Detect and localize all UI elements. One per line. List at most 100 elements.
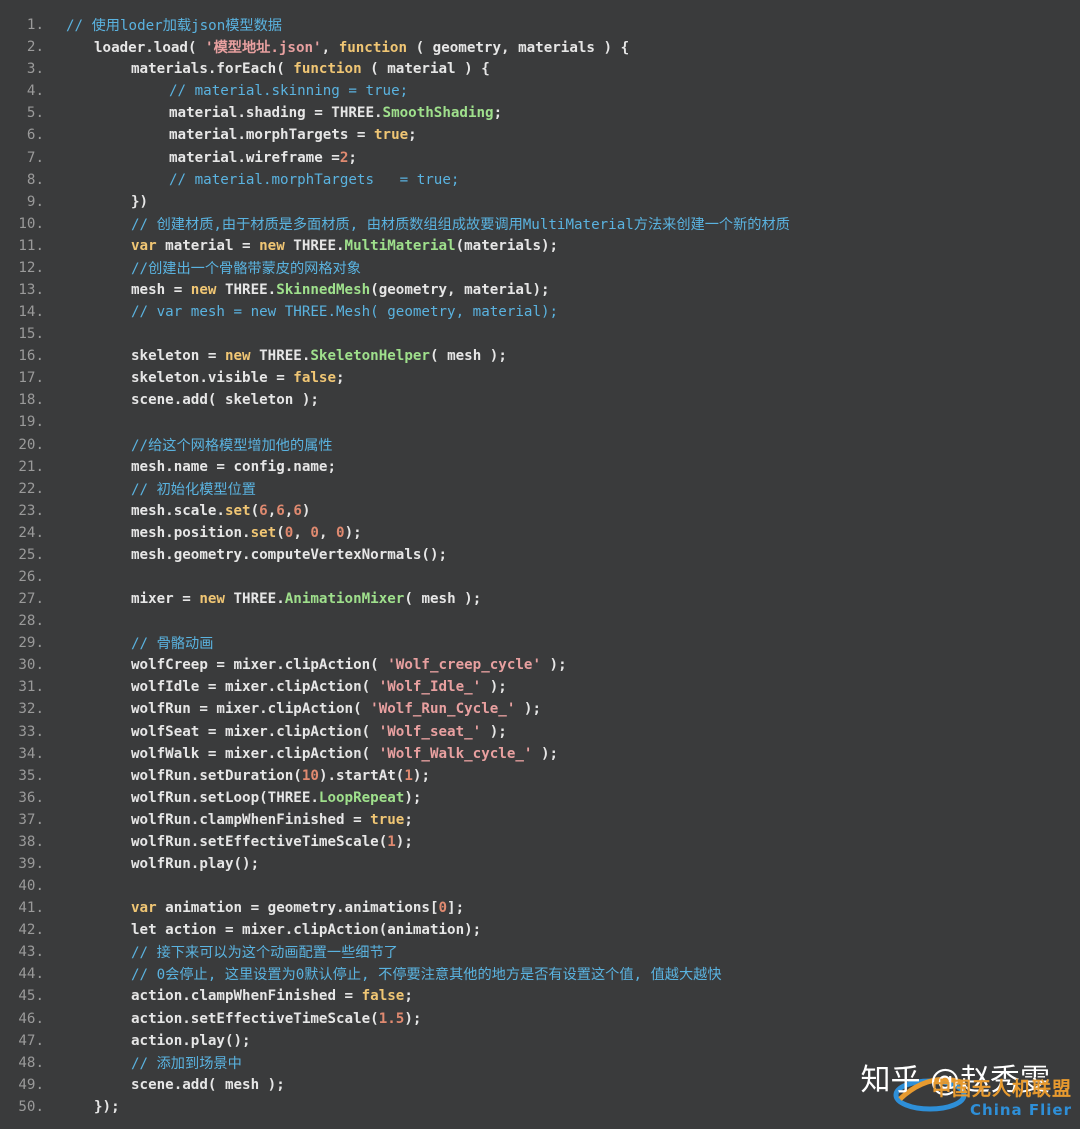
line-number: 33. [18, 723, 44, 740]
line-number: 25. [18, 546, 44, 563]
code-token: // 接下来可以为这个动画配置一些细节了 [131, 945, 398, 962]
code-token: SkeletonHelper [310, 348, 430, 365]
line-number: 14. [18, 304, 44, 321]
code-text: material.morphTargets = true; [44, 127, 417, 143]
code-line: 42. let action = mixer.clipAction(animati… [0, 919, 1080, 941]
line-number: 5. [26, 105, 44, 122]
code-line: 21. mesh.name = config.name; [0, 456, 1080, 478]
code-token: 'Wolf_Idle_' [378, 679, 482, 696]
code-token: ( [250, 502, 260, 519]
line-number: 42. [18, 922, 44, 939]
line-number: 32. [18, 701, 44, 718]
code-token: (geometry, material); [370, 281, 550, 298]
line-number: 31. [18, 679, 44, 696]
code-line: 45. action.clampWhenFinished = false; [0, 985, 1080, 1007]
code-token: false [361, 988, 405, 1005]
line-number: 2. [26, 39, 44, 56]
code-token: ); [515, 701, 542, 718]
code-token: animation = geometry.animations[ [156, 900, 439, 917]
code-token: ( material ) { [361, 61, 490, 78]
code-token: 6 [293, 502, 302, 519]
code-line: 4. // material.skinning = true; [0, 80, 1080, 102]
code-token: wolfRun.clampWhenFinished = [131, 811, 371, 828]
code-token: material.morphTargets = [169, 127, 374, 144]
code-line: 15. [0, 323, 1080, 345]
code-token: var [131, 900, 157, 917]
code-line: 36. wolfRun.setLoop(THREE.LoopRepeat); [0, 787, 1080, 809]
code-token: function [293, 61, 362, 78]
code-token: // material.morphTargets = true; [169, 171, 460, 188]
code-token: // 添加到场景中 [131, 1055, 242, 1072]
code-token: ]; [447, 900, 465, 917]
line-number: 38. [18, 833, 44, 850]
code-token: set [224, 502, 251, 519]
code-text: material.shading = THREE.SmoothShading; [44, 105, 502, 121]
code-line: 46. action.setEffectiveTimeScale(1.5); [0, 1008, 1080, 1030]
code-line: 13. mesh = new THREE.SkinnedMesh(geometry… [0, 279, 1080, 301]
code-text: // var mesh = new THREE.Mesh( geometry, … [44, 304, 558, 320]
code-text: mesh = new THREE.SkinnedMesh(geometry, m… [44, 282, 550, 298]
code-token: // 使用loder加载json模型数据 [66, 18, 282, 35]
code-text: }) [44, 194, 148, 210]
code-token: SmoothShading [382, 105, 494, 122]
code-token: ); [404, 789, 422, 806]
line-number: 4. [26, 83, 44, 100]
line-number: 29. [18, 635, 44, 652]
code-text: var animation = geometry.animations[0]; [44, 900, 464, 916]
code-text: // 骨骼动画 [44, 633, 213, 653]
code-token: mesh = [131, 281, 191, 298]
code-text: loader.load( '模型地址.json', function ( geo… [44, 37, 629, 57]
code-line: 32. wolfRun = mixer.clipAction( 'Wolf_Run… [0, 698, 1080, 720]
code-token: // 初始化模型位置 [131, 481, 256, 498]
code-token: wolfRun = mixer.clipAction( [131, 701, 371, 718]
code-line: 24. mesh.position.set(0, 0, 0); [0, 522, 1080, 544]
code-token: 'Wolf_seat_' [378, 723, 482, 740]
code-line: 14. // var mesh = new THREE.Mesh( geometr… [0, 301, 1080, 323]
code-token: function [338, 40, 408, 57]
code-token: let action = mixer.clipAction(animation)… [131, 922, 482, 939]
code-token: action.setEffectiveTimeScale( [131, 1010, 379, 1027]
code-line: 7. material.wireframe =2; [0, 146, 1080, 168]
code-line: 40. [0, 875, 1080, 897]
code-text: //创建出一个骨骼带蒙皮的网格对象 [44, 258, 361, 278]
code-line: 23. mesh.scale.set(6,6,6) [0, 500, 1080, 522]
code-token: materials.forEach( [131, 61, 294, 78]
code-text: action.setEffectiveTimeScale(1.5); [44, 1011, 421, 1027]
code-token: skeleton = [131, 348, 225, 365]
code-token: wolfWalk = mixer.clipAction( [131, 745, 379, 762]
code-text: skeleton.visible = false; [44, 370, 345, 386]
line-number: 49. [18, 1076, 44, 1093]
code-line: 2. loader.load( '模型地址.json', function ( g… [0, 36, 1080, 58]
code-token: material.wireframe = [169, 149, 340, 166]
line-number: 13. [18, 281, 44, 298]
line-number: 23. [18, 502, 44, 519]
code-token: ).startAt( [318, 767, 405, 784]
code-token: ( geometry, materials ) { [407, 40, 630, 57]
code-token: // var mesh = new THREE.Mesh( geometry, … [131, 304, 559, 321]
code-text: // 创建材质,由于材质是多面材质, 由材质数组组成故要调用MultiMater… [44, 214, 790, 234]
code-token: ; [404, 988, 413, 1005]
code-token: new [224, 348, 251, 365]
line-number: 35. [18, 767, 44, 784]
code-token: wolfRun.play(); [131, 856, 260, 872]
code-text: //给这个网格模型增加他的属性 [44, 435, 333, 455]
code-token: scene.add( mesh ); [131, 1076, 285, 1093]
line-number: 17. [18, 370, 44, 387]
code-token: wolfSeat = mixer.clipAction( [131, 723, 379, 740]
code-token: (materials); [455, 237, 559, 254]
line-number: 20. [18, 436, 44, 453]
code-line: 43. // 接下来可以为这个动画配置一些细节了 [0, 941, 1080, 963]
line-number: 39. [18, 856, 44, 872]
code-text: mesh.scale.set(6,6,6) [44, 503, 310, 519]
code-line: 18. scene.add( skeleton ); [0, 389, 1080, 411]
line-number: 28. [18, 613, 44, 630]
code-token: THREE. [284, 237, 345, 254]
code-text: mixer = new THREE.AnimationMixer( mesh )… [44, 591, 481, 607]
code-text: mesh.geometry.computeVertexNormals(); [44, 547, 447, 563]
line-number: 44. [18, 966, 44, 983]
line-number: 47. [18, 1032, 44, 1049]
code-line: 29. // 骨骼动画 [0, 632, 1080, 654]
code-text: wolfRun.play(); [44, 856, 259, 872]
code-line: 38. wolfRun.setEffectiveTimeScale(1); [0, 831, 1080, 853]
line-number: 1. [26, 17, 44, 34]
